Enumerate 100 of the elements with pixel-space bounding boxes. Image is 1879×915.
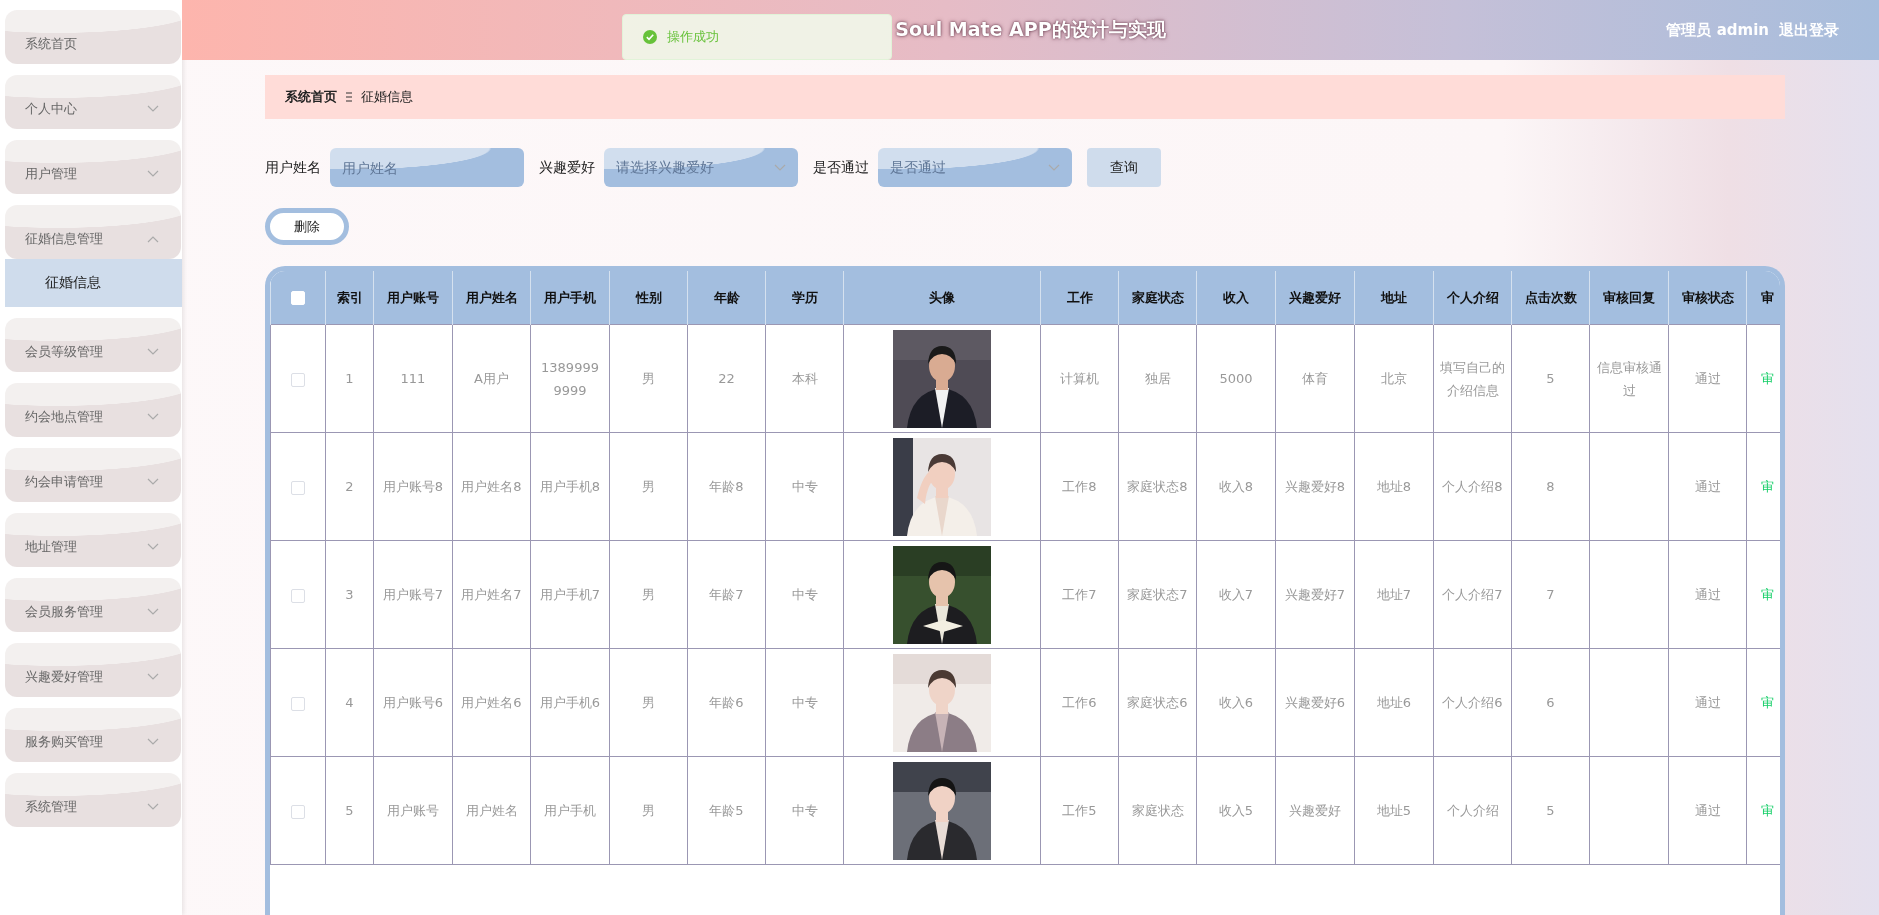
- table-cell: 用户姓名6: [461, 695, 522, 710]
- table-cell: 本科: [791, 371, 818, 386]
- table-cell: 通过: [1694, 371, 1721, 386]
- select-field[interactable]: 请选择兴趣爱好: [604, 148, 798, 187]
- table-cell: 用户账号6: [382, 695, 444, 710]
- table-cell: 兴趣爱好: [1289, 803, 1341, 818]
- table-cell: 收入7: [1218, 587, 1254, 602]
- sidebar-item[interactable]: 会员等级管理: [5, 318, 181, 372]
- table-cell: 家庭状态7: [1127, 587, 1188, 602]
- sidebar-item[interactable]: 地址管理: [5, 513, 181, 567]
- sidebar-item[interactable]: 约会申请管理: [5, 448, 181, 502]
- column-header: 审核状态: [1668, 271, 1747, 325]
- table-cell: 4: [345, 695, 354, 710]
- table-cell: 信息审核通过: [1596, 359, 1662, 398]
- name-input[interactable]: 用户姓名: [330, 148, 524, 187]
- sidebar-item[interactable]: 会员服务管理: [5, 578, 181, 632]
- table-cell: 地址6: [1376, 695, 1412, 710]
- sidebar-item[interactable]: 系统管理: [5, 773, 181, 827]
- chevron-icon: [147, 235, 159, 243]
- table-cell: 体育: [1302, 371, 1328, 386]
- row-checkbox[interactable]: [291, 804, 305, 819]
- column-header: 用户姓名: [452, 271, 531, 325]
- column-header: 年龄: [687, 271, 766, 325]
- delete-button[interactable]: 删除: [265, 208, 349, 245]
- select-field[interactable]: 是否通过: [878, 148, 1072, 187]
- filter-label: 兴趣爱好: [539, 158, 595, 177]
- table-cell: 通过: [1694, 695, 1721, 710]
- table-cell: 8: [1546, 479, 1555, 494]
- sidebar-item[interactable]: 个人中心: [5, 75, 181, 129]
- table-cell: 5: [345, 803, 354, 818]
- table-cell: 111: [400, 371, 426, 386]
- user-label: 管理员 admin: [1666, 20, 1769, 40]
- row-checkbox[interactable]: [291, 588, 305, 603]
- toast-message: 操作成功: [667, 28, 719, 46]
- sidebar-item[interactable]: 用户管理: [5, 140, 181, 194]
- column-header: 索引: [325, 271, 374, 325]
- table-cell: 用户手机: [544, 803, 596, 818]
- table-cell: 2: [345, 479, 354, 494]
- sidebar-item[interactable]: 系统首页: [5, 10, 181, 64]
- table-cell: 3: [345, 587, 354, 602]
- table-cell: 22: [718, 371, 735, 386]
- filter-label: 用户姓名: [265, 158, 321, 177]
- row-checkbox[interactable]: [291, 372, 305, 387]
- table-cell: 用户姓名7: [461, 587, 522, 602]
- sidebar-item[interactable]: 服务购买管理: [5, 708, 181, 762]
- column-header: 头像: [843, 271, 1041, 325]
- chevron-icon: [147, 170, 159, 178]
- table-cell: 兴趣爱好6: [1284, 695, 1346, 710]
- chevron-icon: [147, 803, 159, 811]
- table-cell: 用户账号7: [382, 587, 444, 602]
- chevron-icon: [147, 348, 159, 356]
- row-checkbox[interactable]: [291, 480, 305, 495]
- chevron-icon: [147, 105, 159, 113]
- table-cell: 个人介绍6: [1442, 695, 1503, 710]
- table-cell: 通过: [1694, 587, 1721, 602]
- row-checkbox[interactable]: [291, 696, 305, 711]
- search-button[interactable]: 查询: [1087, 148, 1161, 187]
- table-cell: 地址7: [1376, 587, 1412, 602]
- column-header: 性别: [609, 271, 688, 325]
- breadcrumb-item[interactable]: 系统首页: [285, 88, 337, 106]
- chevron-icon: [774, 163, 786, 172]
- column-header: 工作: [1040, 271, 1119, 325]
- table-cell: A用户: [474, 371, 509, 386]
- column-header: 学历: [765, 271, 844, 325]
- table-cell: 工作7: [1062, 587, 1097, 602]
- table-cell: 家庭状态8: [1127, 479, 1188, 494]
- table-cell: 家庭状态6: [1127, 695, 1188, 710]
- table-cell: 5: [1546, 803, 1555, 818]
- submenu-item[interactable]: 征婚信息: [5, 259, 182, 307]
- sidebar-item[interactable]: 约会地点管理: [5, 383, 181, 437]
- separator-icon: [345, 92, 353, 102]
- table-cell: 工作5: [1062, 803, 1097, 818]
- table-cell: 北京: [1381, 371, 1407, 386]
- table-cell: 工作6: [1062, 695, 1097, 710]
- table-cell: 用户账号8: [382, 479, 444, 494]
- column-header: 用户账号: [373, 271, 453, 325]
- column-header: 地址: [1354, 271, 1434, 325]
- table-cell: 通过: [1694, 479, 1721, 494]
- filter-label: 是否通过: [813, 158, 869, 177]
- column-header: 个人介绍: [1433, 271, 1512, 325]
- table-cell: 用户姓名8: [461, 479, 522, 494]
- table-cell: 6: [1546, 695, 1555, 710]
- column-header: 收入: [1196, 271, 1276, 325]
- table-cell: 用户手机8: [539, 479, 601, 494]
- table-cell: 中专: [791, 479, 818, 494]
- table-cell: 年龄6: [709, 695, 744, 710]
- table-cell: 1: [345, 371, 354, 386]
- table-cell: 收入6: [1218, 695, 1254, 710]
- table-cell: 个人介绍7: [1442, 587, 1503, 602]
- table-cell: 地址5: [1376, 803, 1412, 818]
- sidebar-item[interactable]: 兴趣爱好管理: [5, 643, 181, 697]
- table-cell: 13899999999: [541, 359, 599, 398]
- table-cell: 收入5: [1218, 803, 1254, 818]
- table-cell: 男: [642, 371, 655, 386]
- select-all-checkbox[interactable]: [291, 291, 305, 306]
- table-cell: 年龄7: [709, 587, 744, 602]
- table-cell: 收入8: [1218, 479, 1254, 494]
- column-header: 家庭状态: [1118, 271, 1197, 325]
- table-cell: 兴趣爱好8: [1284, 479, 1346, 494]
- sidebar-item[interactable]: 征婚信息管理: [5, 205, 181, 259]
